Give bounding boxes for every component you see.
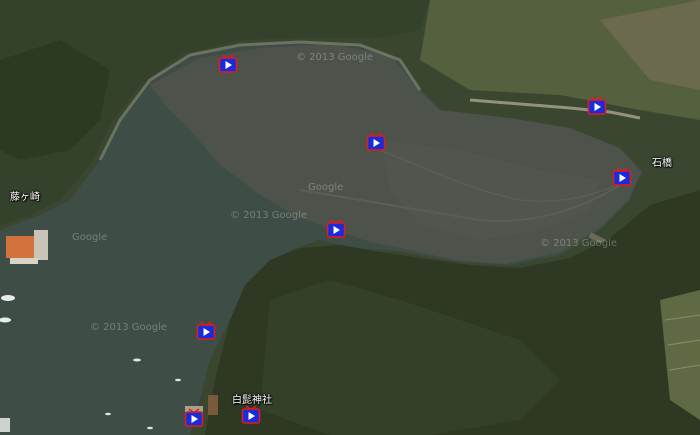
video-play-icon	[218, 54, 238, 73]
watermark: © 2013 Google	[90, 322, 168, 333]
place-label-ishibashi: 石橋	[652, 158, 672, 169]
satellite-map[interactable]: © 2013 Google © 2013 Google Google © 201…	[0, 0, 700, 435]
video-marker[interactable]	[587, 96, 607, 116]
watermark: Google	[72, 232, 108, 243]
video-marker[interactable]	[218, 54, 238, 74]
video-play-icon	[196, 321, 216, 340]
video-play-icon	[366, 132, 386, 151]
video-marker[interactable]	[612, 167, 632, 187]
place-label-fujigasaki: 藤ヶ崎	[10, 192, 40, 203]
video-play-icon	[612, 167, 632, 186]
watermark: © 2013 Google	[540, 238, 618, 249]
video-marker[interactable]	[196, 321, 216, 341]
watermark: © 2013 Google	[296, 52, 374, 63]
video-marker[interactable]	[326, 219, 346, 239]
video-play-icon	[587, 96, 607, 115]
video-marker[interactable]	[241, 405, 261, 425]
video-marker[interactable]	[184, 408, 204, 428]
video-play-icon	[184, 408, 204, 427]
video-play-icon	[241, 405, 261, 424]
watermark: Google	[308, 182, 344, 193]
watermark: © 2013 Google	[230, 210, 308, 221]
video-play-icon	[326, 219, 346, 238]
video-marker[interactable]	[366, 132, 386, 152]
satellite-terrain	[0, 0, 700, 435]
